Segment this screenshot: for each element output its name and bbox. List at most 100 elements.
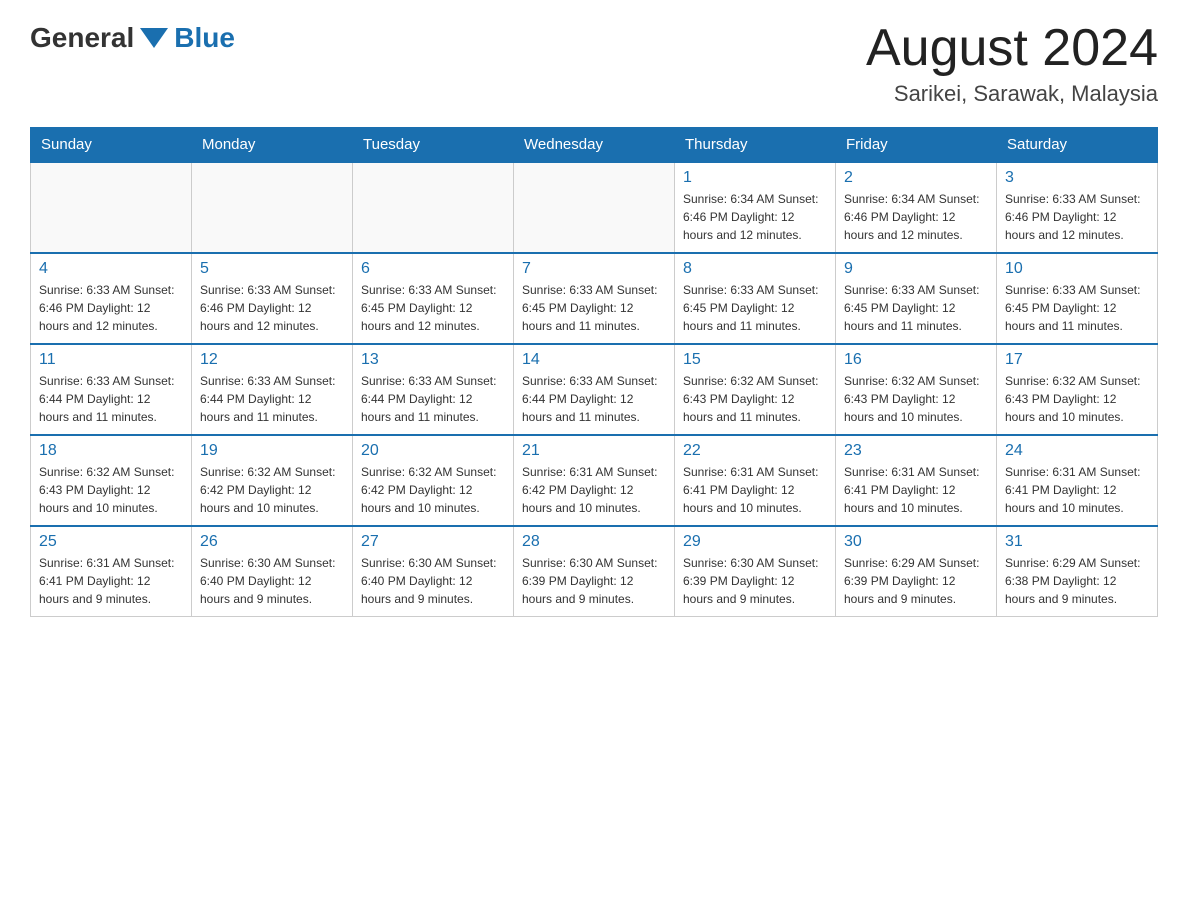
day-info: Sunrise: 6:29 AM Sunset: 6:38 PM Dayligh… (1005, 554, 1149, 608)
day-number: 15 (683, 351, 827, 369)
day-number: 22 (683, 442, 827, 460)
day-number: 23 (844, 442, 988, 460)
calendar-day-cell: 23 Sunrise: 6:31 AM Sunset: 6:41 PM Dayli… (836, 435, 997, 526)
day-info: Sunrise: 6:33 AM Sunset: 6:45 PM Dayligh… (1005, 281, 1149, 335)
calendar-week-row: 11 Sunrise: 6:33 AM Sunset: 6:44 PM Dayli… (31, 344, 1158, 435)
day-info: Sunrise: 6:34 AM Sunset: 6:46 PM Dayligh… (844, 190, 988, 244)
calendar-day-cell: 18Sunrise: 6:32 AM Sunset: 6:43 PM Dayli… (31, 435, 192, 526)
day-info: Sunrise: 6:31 AM Sunset: 6:41 PM Dayligh… (39, 554, 183, 608)
calendar-header-saturday: Saturday (997, 128, 1158, 163)
day-number: 1 (683, 169, 827, 187)
calendar-day-cell: 7 Sunrise: 6:33 AM Sunset: 6:45 PM Daylig… (514, 253, 675, 344)
calendar-header-wednesday: Wednesday (514, 128, 675, 163)
calendar-day-cell: 21 Sunrise: 6:31 AM Sunset: 6:42 PM Dayli… (514, 435, 675, 526)
day-number: 24 (1005, 442, 1149, 460)
day-info: Sunrise: 6:33 AM Sunset: 6:45 PM Dayligh… (683, 281, 827, 335)
day-info: Sunrise: 6:32 AM Sunset: 6:42 PM Dayligh… (361, 463, 505, 517)
day-info: Sunrise: 6:33 AM Sunset: 6:44 PM Dayligh… (522, 372, 666, 426)
calendar-day-cell: 27 Sunrise: 6:30 AM Sunset: 6:40 PM Dayli… (353, 526, 514, 617)
day-number: 28 (522, 533, 666, 551)
calendar-day-cell (31, 162, 192, 253)
day-number: 29 (683, 533, 827, 551)
calendar-header-thursday: Thursday (675, 128, 836, 163)
calendar-day-cell (353, 162, 514, 253)
calendar-day-cell: 17 Sunrise: 6:32 AM Sunset: 6:43 PM Dayli… (997, 344, 1158, 435)
day-number: 27 (361, 533, 505, 551)
title-block: August 2024 Sarikei, Sarawak, Malaysia (866, 20, 1158, 107)
day-number: 3 (1005, 169, 1149, 187)
day-info: Sunrise: 6:32 AM Sunset: 6:43 PM Dayligh… (844, 372, 988, 426)
logo-text-general: General (30, 22, 134, 54)
day-info: Sunrise: 6:30 AM Sunset: 6:39 PM Dayligh… (522, 554, 666, 608)
calendar-day-cell: 2 Sunrise: 6:34 AM Sunset: 6:46 PM Daylig… (836, 162, 997, 253)
calendar-week-row: 25Sunrise: 6:31 AM Sunset: 6:41 PM Dayli… (31, 526, 1158, 617)
day-number: 26 (200, 533, 344, 551)
day-number: 2 (844, 169, 988, 187)
day-number: 5 (200, 260, 344, 278)
day-info: Sunrise: 6:31 AM Sunset: 6:41 PM Dayligh… (1005, 463, 1149, 517)
day-number: 10 (1005, 260, 1149, 278)
day-number: 14 (522, 351, 666, 369)
calendar-day-cell: 3Sunrise: 6:33 AM Sunset: 6:46 PM Daylig… (997, 162, 1158, 253)
day-info: Sunrise: 6:33 AM Sunset: 6:45 PM Dayligh… (361, 281, 505, 335)
day-number: 6 (361, 260, 505, 278)
day-info: Sunrise: 6:33 AM Sunset: 6:44 PM Dayligh… (39, 372, 183, 426)
calendar-day-cell: 29 Sunrise: 6:30 AM Sunset: 6:39 PM Dayli… (675, 526, 836, 617)
calendar-week-row: 18Sunrise: 6:32 AM Sunset: 6:43 PM Dayli… (31, 435, 1158, 526)
calendar-day-cell (192, 162, 353, 253)
calendar-day-cell: 26 Sunrise: 6:30 AM Sunset: 6:40 PM Dayli… (192, 526, 353, 617)
day-info: Sunrise: 6:33 AM Sunset: 6:44 PM Dayligh… (200, 372, 344, 426)
calendar-week-row: 1 Sunrise: 6:34 AM Sunset: 6:46 PM Daylig… (31, 162, 1158, 253)
day-info: Sunrise: 6:32 AM Sunset: 6:42 PM Dayligh… (200, 463, 344, 517)
page-header: General Blue August 2024 Sarikei, Sarawa… (30, 20, 1158, 107)
calendar-day-cell: 4Sunrise: 6:33 AM Sunset: 6:46 PM Daylig… (31, 253, 192, 344)
day-info: Sunrise: 6:30 AM Sunset: 6:39 PM Dayligh… (683, 554, 827, 608)
day-info: Sunrise: 6:31 AM Sunset: 6:42 PM Dayligh… (522, 463, 666, 517)
day-number: 11 (39, 351, 183, 369)
day-info: Sunrise: 6:33 AM Sunset: 6:44 PM Dayligh… (361, 372, 505, 426)
calendar-header-friday: Friday (836, 128, 997, 163)
day-number: 19 (200, 442, 344, 460)
day-number: 9 (844, 260, 988, 278)
logo: General Blue (30, 20, 235, 56)
calendar-header-sunday: Sunday (31, 128, 192, 163)
logo-text-blue: Blue (174, 22, 235, 54)
day-info: Sunrise: 6:34 AM Sunset: 6:46 PM Dayligh… (683, 190, 827, 244)
day-number: 31 (1005, 533, 1149, 551)
calendar-day-cell: 15 Sunrise: 6:32 AM Sunset: 6:43 PM Dayli… (675, 344, 836, 435)
location-subtitle: Sarikei, Sarawak, Malaysia (866, 81, 1158, 107)
day-info: Sunrise: 6:30 AM Sunset: 6:40 PM Dayligh… (361, 554, 505, 608)
day-number: 12 (200, 351, 344, 369)
day-info: Sunrise: 6:30 AM Sunset: 6:40 PM Dayligh… (200, 554, 344, 608)
calendar-day-cell: 22Sunrise: 6:31 AM Sunset: 6:41 PM Dayli… (675, 435, 836, 526)
calendar-header-tuesday: Tuesday (353, 128, 514, 163)
day-info: Sunrise: 6:33 AM Sunset: 6:45 PM Dayligh… (844, 281, 988, 335)
day-number: 30 (844, 533, 988, 551)
calendar-day-cell: 8 Sunrise: 6:33 AM Sunset: 6:45 PM Daylig… (675, 253, 836, 344)
day-info: Sunrise: 6:33 AM Sunset: 6:45 PM Dayligh… (522, 281, 666, 335)
day-number: 20 (361, 442, 505, 460)
calendar-day-cell: 25Sunrise: 6:31 AM Sunset: 6:41 PM Dayli… (31, 526, 192, 617)
day-info: Sunrise: 6:32 AM Sunset: 6:43 PM Dayligh… (39, 463, 183, 517)
calendar-day-cell: 10 Sunrise: 6:33 AM Sunset: 6:45 PM Dayli… (997, 253, 1158, 344)
calendar-day-cell: 1 Sunrise: 6:34 AM Sunset: 6:46 PM Daylig… (675, 162, 836, 253)
day-info: Sunrise: 6:32 AM Sunset: 6:43 PM Dayligh… (1005, 372, 1149, 426)
calendar-table: SundayMondayTuesdayWednesdayThursdayFrid… (30, 127, 1158, 617)
day-number: 13 (361, 351, 505, 369)
day-number: 4 (39, 260, 183, 278)
calendar-day-cell: 12 Sunrise: 6:33 AM Sunset: 6:44 PM Dayli… (192, 344, 353, 435)
day-number: 21 (522, 442, 666, 460)
logo-triangle-icon (136, 20, 172, 56)
calendar-week-row: 4Sunrise: 6:33 AM Sunset: 6:46 PM Daylig… (31, 253, 1158, 344)
day-number: 7 (522, 260, 666, 278)
month-title: August 2024 (866, 20, 1158, 77)
day-number: 17 (1005, 351, 1149, 369)
calendar-header-monday: Monday (192, 128, 353, 163)
calendar-day-cell: 30Sunrise: 6:29 AM Sunset: 6:39 PM Dayli… (836, 526, 997, 617)
day-info: Sunrise: 6:32 AM Sunset: 6:43 PM Dayligh… (683, 372, 827, 426)
day-number: 8 (683, 260, 827, 278)
calendar-day-cell: 16Sunrise: 6:32 AM Sunset: 6:43 PM Dayli… (836, 344, 997, 435)
calendar-day-cell: 31 Sunrise: 6:29 AM Sunset: 6:38 PM Dayli… (997, 526, 1158, 617)
day-info: Sunrise: 6:31 AM Sunset: 6:41 PM Dayligh… (844, 463, 988, 517)
calendar-day-cell: 14 Sunrise: 6:33 AM Sunset: 6:44 PM Dayli… (514, 344, 675, 435)
